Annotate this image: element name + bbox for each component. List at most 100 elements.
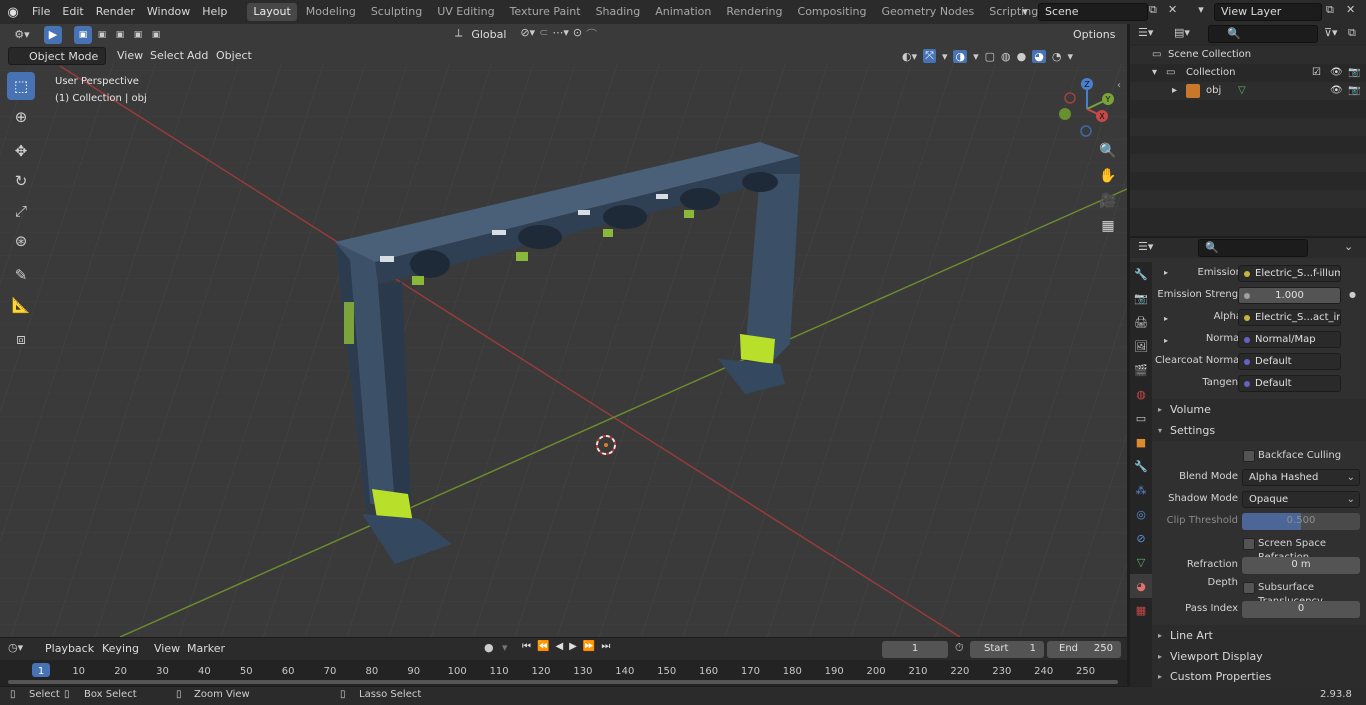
viewport-menu-add[interactable]: Add (182, 47, 213, 65)
scene-selector-icon[interactable]: ▾ (1012, 3, 1038, 21)
new-scene-icon[interactable]: ⧉ (1149, 3, 1165, 17)
camera-view-icon[interactable]: 🎥 (1097, 190, 1119, 212)
outliner-search-input[interactable]: 🔍 (1208, 25, 1318, 43)
prev-keyframe-icon[interactable]: ⏪ (537, 641, 549, 652)
volume-panel-header[interactable]: ▸ Volume (1152, 399, 1366, 420)
viewport-menu-object[interactable]: Object (211, 47, 257, 65)
emission-strength-field[interactable]: 1.000 (1238, 287, 1341, 304)
tab-sculpting[interactable]: Sculpting (365, 3, 428, 21)
menu-file[interactable]: File (26, 0, 56, 24)
tab-shading[interactable]: Shading (590, 3, 647, 21)
tab-object-icon[interactable]: ■ (1130, 430, 1152, 454)
overlay-dropdown-icon[interactable]: ▾ (973, 50, 979, 63)
gizmo-toggle-icon[interactable]: ⤧ (923, 49, 936, 63)
wireframe-shading-icon[interactable]: ◍ (1001, 50, 1011, 63)
transform-orientation-group[interactable]: ⟂ Global ⊘▾ ⊂ ⋯▾ ⊙ ⌒ (455, 26, 597, 44)
cursor-tool[interactable]: ⊕ (7, 103, 35, 131)
view-layer-field[interactable]: View Layer (1214, 3, 1322, 21)
pan-view-icon[interactable]: ✋ (1097, 165, 1119, 187)
zoom-view-icon[interactable]: 🔍 (1097, 140, 1119, 162)
snap-icon[interactable]: ⊂ (539, 26, 548, 44)
backface-culling-checkbox[interactable] (1243, 450, 1255, 462)
timeline-menu-keying[interactable]: Keying (97, 640, 144, 658)
add-cube-tool[interactable]: ⧈ (7, 325, 35, 353)
tab-layout[interactable]: Layout (247, 3, 297, 21)
tab-modeling[interactable]: Modeling (300, 3, 362, 21)
tab-texture-icon[interactable]: ▦ (1130, 598, 1152, 622)
alpha-texture-field[interactable]: Electric_S...act_inv.pn (1238, 309, 1341, 326)
clearcoat-normal-field[interactable]: Default (1238, 353, 1341, 370)
keying-set-dropdown-icon[interactable]: ▾ (502, 641, 508, 654)
new-collection-icon[interactable]: ⧉ (1348, 26, 1356, 40)
jump-end-icon[interactable]: ⏭ (601, 641, 610, 652)
clip-threshold-slider[interactable]: 0.500 (1242, 513, 1360, 530)
play-reverse-icon[interactable]: ◀ (555, 641, 563, 652)
tab-render-icon[interactable]: 📷 (1130, 286, 1152, 310)
properties-options-icon[interactable]: ⌄ (1344, 240, 1353, 253)
mode-new-icon[interactable]: ▣ (74, 26, 92, 44)
blend-mode-dropdown[interactable]: Alpha Hashed ⌄ (1242, 469, 1360, 486)
mode-subtract-icon[interactable]: ▣ (112, 26, 128, 44)
select-mode-tools[interactable]: ▶ ▣ ▣ ▣ ▣ ▣ (44, 26, 164, 46)
timeline-menu-marker[interactable]: Marker (182, 640, 230, 658)
solid-shading-icon[interactable]: ● (1017, 50, 1027, 63)
next-keyframe-icon[interactable]: ⏩ (583, 641, 595, 652)
tab-world-icon[interactable]: ◍ (1130, 382, 1152, 406)
screen-space-refraction-checkbox[interactable] (1243, 538, 1255, 550)
tab-data-icon[interactable]: ▽ (1130, 550, 1152, 574)
move-tool[interactable]: ✥ (7, 137, 35, 165)
mode-invert-icon[interactable]: ▣ (130, 26, 146, 44)
menu-render[interactable]: Render (90, 0, 141, 24)
outliner-row-scene-collection[interactable]: ▭ Scene Collection (1130, 46, 1366, 64)
tab-physics-icon[interactable]: ◎ (1130, 502, 1152, 526)
ortho-toggle-icon[interactable]: ▦ (1097, 215, 1119, 237)
material-shading-icon[interactable]: ◕ (1032, 49, 1046, 63)
tab-compositing[interactable]: Compositing (792, 3, 873, 21)
preview-range-icon[interactable]: ⏱ (955, 641, 964, 655)
mode-extend-icon[interactable]: ▣ (94, 26, 110, 44)
jump-start-icon[interactable]: ⏮ (522, 641, 531, 652)
xray-icon[interactable]: ▢ (985, 50, 995, 63)
visibility-icon[interactable]: ◐▾ (902, 50, 917, 63)
viewport-display-panel-header[interactable]: ▸ Viewport Display (1152, 646, 1366, 667)
overlay-toggle-icon[interactable]: ◑ (953, 49, 968, 63)
navigation-gizmo[interactable]: Z Y X (1052, 74, 1122, 144)
snap-target-icon[interactable]: ⋯▾ (552, 26, 569, 44)
timeline-menu-playback[interactable]: Playback (40, 640, 99, 658)
settings-panel-header[interactable]: ▾ Settings (1152, 420, 1366, 441)
tab-output-icon[interactable]: 🖨 (1130, 310, 1152, 334)
view-layer-icon[interactable]: ▾ (1188, 3, 1214, 16)
falloff-icon[interactable]: ⌒ (586, 26, 597, 44)
collection-render-icon[interactable]: 📷 (1348, 64, 1360, 82)
tab-texture-paint[interactable]: Texture Paint (504, 3, 587, 21)
tab-rendering[interactable]: Rendering (720, 3, 788, 21)
scene-name-field[interactable]: Scene (1038, 3, 1148, 21)
auto-keying-icon[interactable]: ● (484, 641, 494, 654)
outliner-row-collection[interactable]: ▾ ▭ Collection ☑ 👁 📷 (1130, 64, 1366, 82)
tab-modifiers-icon[interactable]: 🔧 (1130, 454, 1152, 478)
tab-view-layer-icon[interactable]: 🖼 (1130, 334, 1152, 358)
pivot-icon[interactable]: ⊘▾ (520, 26, 535, 44)
emission-texture-field[interactable]: Electric_S...f-illum.png (1238, 265, 1341, 282)
options-dropdown[interactable]: Options (1068, 26, 1122, 44)
transform-orientation-dropdown[interactable]: Global (466, 26, 516, 44)
collection-expand-icon[interactable]: ▾ (1152, 64, 1157, 82)
line-art-panel-header[interactable]: ▸ Line Art (1152, 625, 1366, 646)
transform-tool[interactable]: ⊛ (7, 227, 35, 255)
menu-help[interactable]: Help (196, 0, 233, 24)
frame-start-field[interactable]: Start 1 (970, 641, 1044, 658)
outliner-row-obj[interactable]: ▸ obj ▽ 👁 📷 (1130, 82, 1366, 100)
menu-edit[interactable]: Edit (56, 0, 89, 24)
select-tool-icon[interactable]: ▶ (44, 26, 62, 44)
tangent-field[interactable]: Default (1238, 375, 1341, 392)
outliner-editor-type-icon[interactable]: ☰▾ (1138, 26, 1153, 39)
new-view-layer-icon[interactable]: ⧉ (1326, 3, 1342, 17)
blender-logo-icon[interactable]: ◉ (0, 5, 26, 20)
tab-tool-icon[interactable]: 🔧 (1130, 262, 1152, 286)
tab-constraints-icon[interactable]: ⊘ (1130, 526, 1152, 550)
mesh-data-icon[interactable]: ▽ (1238, 82, 1246, 100)
pass-index-field[interactable]: 0 (1242, 601, 1360, 618)
timeline-menu-view[interactable]: View (149, 640, 185, 658)
play-icon[interactable]: ▶ (569, 641, 577, 652)
tab-animation[interactable]: Animation (649, 3, 717, 21)
